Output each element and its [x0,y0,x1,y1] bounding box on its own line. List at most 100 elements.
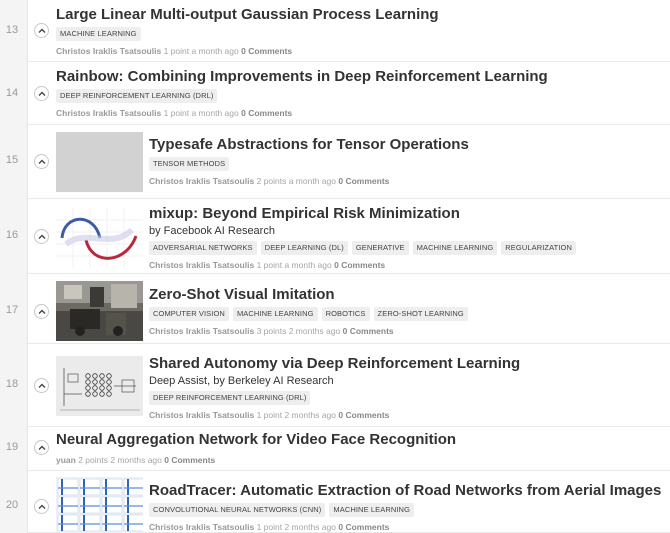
post-time: 2 months ago [284,522,336,532]
tag-chip[interactable]: DEEP LEARNING (DL) [260,241,348,255]
left-gutter [0,0,28,533]
chevron-up-icon [38,91,45,96]
post-title-link[interactable]: Zero-Shot Visual Imitation [149,286,468,304]
post-time: a month ago [284,260,332,270]
post-source: by Facebook AI Research [149,225,275,237]
post-row: 16 mixup: Beyond Empirical Risk Minimiza… [6,199,670,274]
tag-list: MACHINE LEARNING [56,27,439,41]
upvote-button[interactable] [34,23,49,38]
post-rank: 15 [5,154,19,166]
author-link[interactable]: Christos Iraklis Tsatsoulis [149,410,254,420]
post-thumbnail[interactable] [56,132,143,192]
post-rank: 19 [5,441,19,453]
post-time: a month ago [288,176,336,186]
post-rank: 18 [5,378,19,390]
points-count: 1 point [256,260,283,270]
post-thumbnail[interactable] [56,208,143,268]
upvote-button[interactable] [34,499,49,514]
post-row: 17 Zero-Shot Visual Imitation COMPUTER VI… [6,274,670,344]
upvote-button[interactable] [34,229,49,244]
post-title-link[interactable]: RoadTracer: Automatic Extraction of Road… [149,482,661,500]
tag-chip[interactable]: MACHINE LEARNING [329,503,415,517]
tag-chip[interactable]: ROBOTICS [321,307,370,321]
post-row: 18 Shared Autonomy via Deep Reinforcemen… [6,344,670,427]
tag-chip[interactable]: MACHINE LEARNING [232,307,318,321]
chevron-up-icon [38,445,45,450]
tag-list: CONVOLUTIONAL NEURAL NETWORKS (CNN) MACHI… [149,503,661,517]
chevron-up-icon [38,159,45,164]
post-meta: Christos Iraklis Tsatsoulis 1 point 2 mo… [149,522,661,532]
post-time: 2 months ago [284,410,336,420]
post-content: Neural Aggregation Network for Video Fac… [56,431,456,465]
post-rank: 20 [5,499,19,511]
tag-list: ADVERSARIAL NETWORKS DEEP LEARNING (DL) GE… [149,241,576,255]
tag-chip[interactable]: MACHINE LEARNING [412,241,498,255]
post-title-link[interactable]: Typesafe Abstractions for Tensor Operati… [149,136,469,154]
points-count: 2 points [256,176,287,186]
upvote-button[interactable] [34,440,49,455]
comments-link[interactable]: 0 Comments [241,108,292,118]
post-content: Shared Autonomy via Deep Reinforcement L… [149,355,520,420]
post-title-link[interactable]: Large Linear Multi-output Gaussian Proce… [56,6,439,24]
tag-chip[interactable]: MACHINE LEARNING [56,27,141,41]
post-meta: Christos Iraklis Tsatsoulis 1 point a mo… [56,108,548,118]
post-meta: Christos Iraklis Tsatsoulis 2 points a m… [149,176,469,186]
tag-chip[interactable]: ADVERSARIAL NETWORKS [149,241,257,255]
tag-chip[interactable]: DEEP REINFORCEMENT LEARNING (DRL) [149,391,311,405]
tag-list: DEEP REINFORCEMENT LEARNING (DRL) [149,391,520,405]
post-meta: Christos Iraklis Tsatsoulis 1 point a mo… [56,46,439,56]
author-link[interactable]: yuan [56,455,76,465]
upvote-button[interactable] [34,378,49,393]
points-count: 1 point [163,108,190,118]
post-rank: 17 [5,304,19,316]
post-time: 2 months ago [110,455,162,465]
post-title-link[interactable]: Rainbow: Combining Improvements in Deep … [56,68,548,86]
post-row: 15 Typesafe Abstractions for Tensor Opera… [6,125,670,199]
chevron-up-icon [38,309,45,314]
upvote-button[interactable] [34,154,49,169]
author-link[interactable]: Christos Iraklis Tsatsoulis [149,522,254,532]
comments-link[interactable]: 0 Comments [338,410,389,420]
tag-chip[interactable]: REGULARIZATION [501,241,576,255]
post-row: 13 Large Linear Multi-output Gaussian Pro… [6,0,670,62]
upvote-button[interactable] [34,304,49,319]
author-link[interactable]: Christos Iraklis Tsatsoulis [56,108,161,118]
post-thumbnail[interactable] [56,281,143,341]
points-count: 1 point [256,522,283,532]
post-content: Large Linear Multi-output Gaussian Proce… [56,6,439,56]
post-content: Zero-Shot Visual Imitation COMPUTER VISIO… [149,286,468,336]
post-thumbnail[interactable] [56,356,143,416]
post-thumbnail[interactable] [56,477,143,533]
post-title-link[interactable]: Neural Aggregation Network for Video Fac… [56,431,456,449]
author-link[interactable]: Christos Iraklis Tsatsoulis [149,326,254,336]
post-title-link[interactable]: Shared Autonomy via Deep Reinforcement L… [149,355,520,373]
points-count: 1 point [163,46,190,56]
tag-chip[interactable]: ZERO-SHOT LEARNING [373,307,468,321]
comments-link[interactable]: 0 Comments [334,260,385,270]
comments-link[interactable]: 0 Comments [164,455,215,465]
upvote-button[interactable] [34,86,49,101]
tag-chip[interactable]: CONVOLUTIONAL NEURAL NETWORKS (CNN) [149,503,326,517]
tag-chip[interactable]: COMPUTER VISION [149,307,229,321]
author-link[interactable]: Christos Iraklis Tsatsoulis [56,46,161,56]
author-link[interactable]: Christos Iraklis Tsatsoulis [149,260,254,270]
comments-link[interactable]: 0 Comments [338,176,389,186]
tag-chip[interactable]: DEEP REINFORCEMENT LEARNING (DRL) [56,89,218,103]
comments-link[interactable]: 0 Comments [338,522,389,532]
post-title-link[interactable]: mixup: Beyond Empirical Risk Minimizatio… [149,205,576,223]
author-link[interactable]: Christos Iraklis Tsatsoulis [149,176,254,186]
tag-chip[interactable]: TENSOR METHODS [149,157,230,171]
post-meta: Christos Iraklis Tsatsoulis 1 point 2 mo… [149,410,520,420]
points-count: 1 point [256,410,283,420]
tag-list: COMPUTER VISION MACHINE LEARNING ROBOTICS Z… [149,307,468,321]
post-time: a month ago [191,46,239,56]
tag-chip[interactable]: GENERATIVE [351,241,409,255]
post-rank: 14 [5,87,19,99]
post-source: Deep Assist, by Berkeley AI Research [149,375,334,387]
comments-link[interactable]: 0 Comments [343,326,394,336]
post-row: 14 Rainbow: Combining Improvements in Dee… [6,62,670,125]
post-content: Typesafe Abstractions for Tensor Operati… [149,136,469,186]
points-count: 2 points [78,455,108,465]
comments-link[interactable]: 0 Comments [241,46,292,56]
post-time: 2 months ago [288,326,341,336]
